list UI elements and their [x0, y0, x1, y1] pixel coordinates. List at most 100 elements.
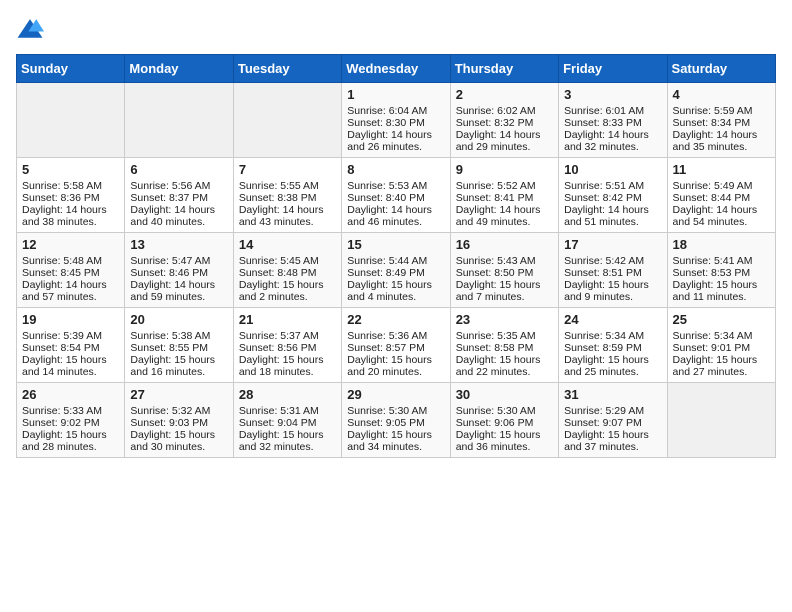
day-info: Daylight: 15 hours and 16 minutes. — [130, 354, 227, 378]
day-info: Daylight: 15 hours and 11 minutes. — [673, 279, 770, 303]
calendar-cell: 17Sunrise: 5:42 AMSunset: 8:51 PMDayligh… — [559, 233, 667, 308]
day-number: 10 — [564, 162, 661, 177]
day-number: 31 — [564, 387, 661, 402]
calendar-header-thursday: Thursday — [450, 55, 558, 83]
day-info: Sunrise: 5:29 AM — [564, 405, 661, 417]
day-info: Sunset: 8:45 PM — [22, 267, 119, 279]
day-info: Sunset: 8:34 PM — [673, 117, 770, 129]
day-info: Daylight: 15 hours and 30 minutes. — [130, 429, 227, 453]
page-header — [16, 16, 776, 44]
day-info: Daylight: 14 hours and 29 minutes. — [456, 129, 553, 153]
day-info: Sunrise: 5:51 AM — [564, 180, 661, 192]
calendar-header-friday: Friday — [559, 55, 667, 83]
logo — [16, 16, 48, 44]
calendar-cell: 13Sunrise: 5:47 AMSunset: 8:46 PMDayligh… — [125, 233, 233, 308]
day-info: Daylight: 15 hours and 14 minutes. — [22, 354, 119, 378]
day-number: 14 — [239, 237, 336, 252]
day-info: Sunset: 8:57 PM — [347, 342, 444, 354]
day-number: 29 — [347, 387, 444, 402]
day-info: Sunrise: 5:53 AM — [347, 180, 444, 192]
day-number: 21 — [239, 312, 336, 327]
calendar-cell: 18Sunrise: 5:41 AMSunset: 8:53 PMDayligh… — [667, 233, 775, 308]
day-info: Sunset: 9:03 PM — [130, 417, 227, 429]
day-info: Sunrise: 5:41 AM — [673, 255, 770, 267]
day-info: Daylight: 14 hours and 46 minutes. — [347, 204, 444, 228]
day-number: 2 — [456, 87, 553, 102]
calendar-header-wednesday: Wednesday — [342, 55, 450, 83]
day-info: Daylight: 15 hours and 2 minutes. — [239, 279, 336, 303]
day-info: Daylight: 15 hours and 22 minutes. — [456, 354, 553, 378]
calendar-cell: 21Sunrise: 5:37 AMSunset: 8:56 PMDayligh… — [233, 308, 341, 383]
day-info: Sunset: 8:40 PM — [347, 192, 444, 204]
day-info: Sunset: 8:58 PM — [456, 342, 553, 354]
day-number: 8 — [347, 162, 444, 177]
calendar-header-sunday: Sunday — [17, 55, 125, 83]
day-number: 3 — [564, 87, 661, 102]
calendar-cell: 14Sunrise: 5:45 AMSunset: 8:48 PMDayligh… — [233, 233, 341, 308]
day-info: Sunset: 9:02 PM — [22, 417, 119, 429]
calendar-cell: 12Sunrise: 5:48 AMSunset: 8:45 PMDayligh… — [17, 233, 125, 308]
day-number: 27 — [130, 387, 227, 402]
day-info: Sunset: 8:30 PM — [347, 117, 444, 129]
calendar-cell — [233, 83, 341, 158]
day-info: Sunset: 8:33 PM — [564, 117, 661, 129]
day-info: Sunrise: 5:52 AM — [456, 180, 553, 192]
day-number: 19 — [22, 312, 119, 327]
day-info: Sunrise: 5:39 AM — [22, 330, 119, 342]
day-info: Daylight: 15 hours and 28 minutes. — [22, 429, 119, 453]
calendar-cell: 11Sunrise: 5:49 AMSunset: 8:44 PMDayligh… — [667, 158, 775, 233]
day-info: Sunset: 9:04 PM — [239, 417, 336, 429]
day-info: Sunrise: 5:30 AM — [347, 405, 444, 417]
calendar-cell: 8 Sunrise: 5:53 AMSunset: 8:40 PMDaylight… — [342, 158, 450, 233]
calendar-cell: 4Sunrise: 5:59 AMSunset: 8:34 PMDaylight… — [667, 83, 775, 158]
day-info: Sunrise: 5:31 AM — [239, 405, 336, 417]
day-info: Daylight: 15 hours and 4 minutes. — [347, 279, 444, 303]
calendar-cell: 7Sunrise: 5:55 AMSunset: 8:38 PMDaylight… — [233, 158, 341, 233]
day-info: Daylight: 15 hours and 36 minutes. — [456, 429, 553, 453]
calendar-cell: 27Sunrise: 5:32 AMSunset: 9:03 PMDayligh… — [125, 383, 233, 458]
day-info: Sunrise: 5:37 AM — [239, 330, 336, 342]
calendar-cell: 30Sunrise: 5:30 AMSunset: 9:06 PMDayligh… — [450, 383, 558, 458]
day-info: Sunset: 8:41 PM — [456, 192, 553, 204]
calendar-cell: 2Sunrise: 6:02 AMSunset: 8:32 PMDaylight… — [450, 83, 558, 158]
day-info: Sunrise: 6:02 AM — [456, 105, 553, 117]
calendar-cell: 20Sunrise: 5:38 AMSunset: 8:55 PMDayligh… — [125, 308, 233, 383]
calendar-cell: 9Sunrise: 5:52 AMSunset: 8:41 PMDaylight… — [450, 158, 558, 233]
day-info: Sunrise: 5:49 AM — [673, 180, 770, 192]
day-info: Sunset: 8:38 PM — [239, 192, 336, 204]
day-info: Sunrise: 5:30 AM — [456, 405, 553, 417]
day-number: 11 — [673, 162, 770, 177]
day-info: Daylight: 14 hours and 54 minutes. — [673, 204, 770, 228]
day-number: 28 — [239, 387, 336, 402]
day-info: Daylight: 14 hours and 59 minutes. — [130, 279, 227, 303]
day-number: 16 — [456, 237, 553, 252]
calendar-cell: 29Sunrise: 5:30 AMSunset: 9:05 PMDayligh… — [342, 383, 450, 458]
day-info: Sunrise: 5:36 AM — [347, 330, 444, 342]
day-info: Sunrise: 5:47 AM — [130, 255, 227, 267]
day-info: Sunrise: 5:45 AM — [239, 255, 336, 267]
calendar-cell: 6Sunrise: 5:56 AMSunset: 8:37 PMDaylight… — [125, 158, 233, 233]
calendar-cell: 26 Sunrise: 5:33 AMSunset: 9:02 PMDayligh… — [17, 383, 125, 458]
day-number: 1 — [347, 87, 444, 102]
calendar-cell: 19Sunrise: 5:39 AMSunset: 8:54 PMDayligh… — [17, 308, 125, 383]
day-info: Sunset: 9:05 PM — [347, 417, 444, 429]
calendar-cell: 22Sunrise: 5:36 AMSunset: 8:57 PMDayligh… — [342, 308, 450, 383]
day-info: Sunrise: 6:04 AM — [347, 105, 444, 117]
day-number: 12 — [22, 237, 119, 252]
day-number: 26 — [22, 387, 119, 402]
day-info: Sunset: 9:01 PM — [673, 342, 770, 354]
calendar-cell: 10Sunrise: 5:51 AMSunset: 8:42 PMDayligh… — [559, 158, 667, 233]
calendar-cell — [125, 83, 233, 158]
calendar-cell: 31Sunrise: 5:29 AMSunset: 9:07 PMDayligh… — [559, 383, 667, 458]
day-info: Daylight: 14 hours and 40 minutes. — [130, 204, 227, 228]
calendar-cell: 23Sunrise: 5:35 AMSunset: 8:58 PMDayligh… — [450, 308, 558, 383]
calendar-cell: 1Sunrise: 6:04 AMSunset: 8:30 PMDaylight… — [342, 83, 450, 158]
day-info: Sunrise: 5:33 AM — [22, 405, 119, 417]
day-info: Sunset: 8:37 PM — [130, 192, 227, 204]
day-info: Sunset: 9:07 PM — [564, 417, 661, 429]
day-info: Daylight: 15 hours and 7 minutes. — [456, 279, 553, 303]
day-info: Sunrise: 5:58 AM — [22, 180, 119, 192]
day-info: Daylight: 15 hours and 18 minutes. — [239, 354, 336, 378]
day-info: Daylight: 14 hours and 32 minutes. — [564, 129, 661, 153]
day-number: 6 — [130, 162, 227, 177]
